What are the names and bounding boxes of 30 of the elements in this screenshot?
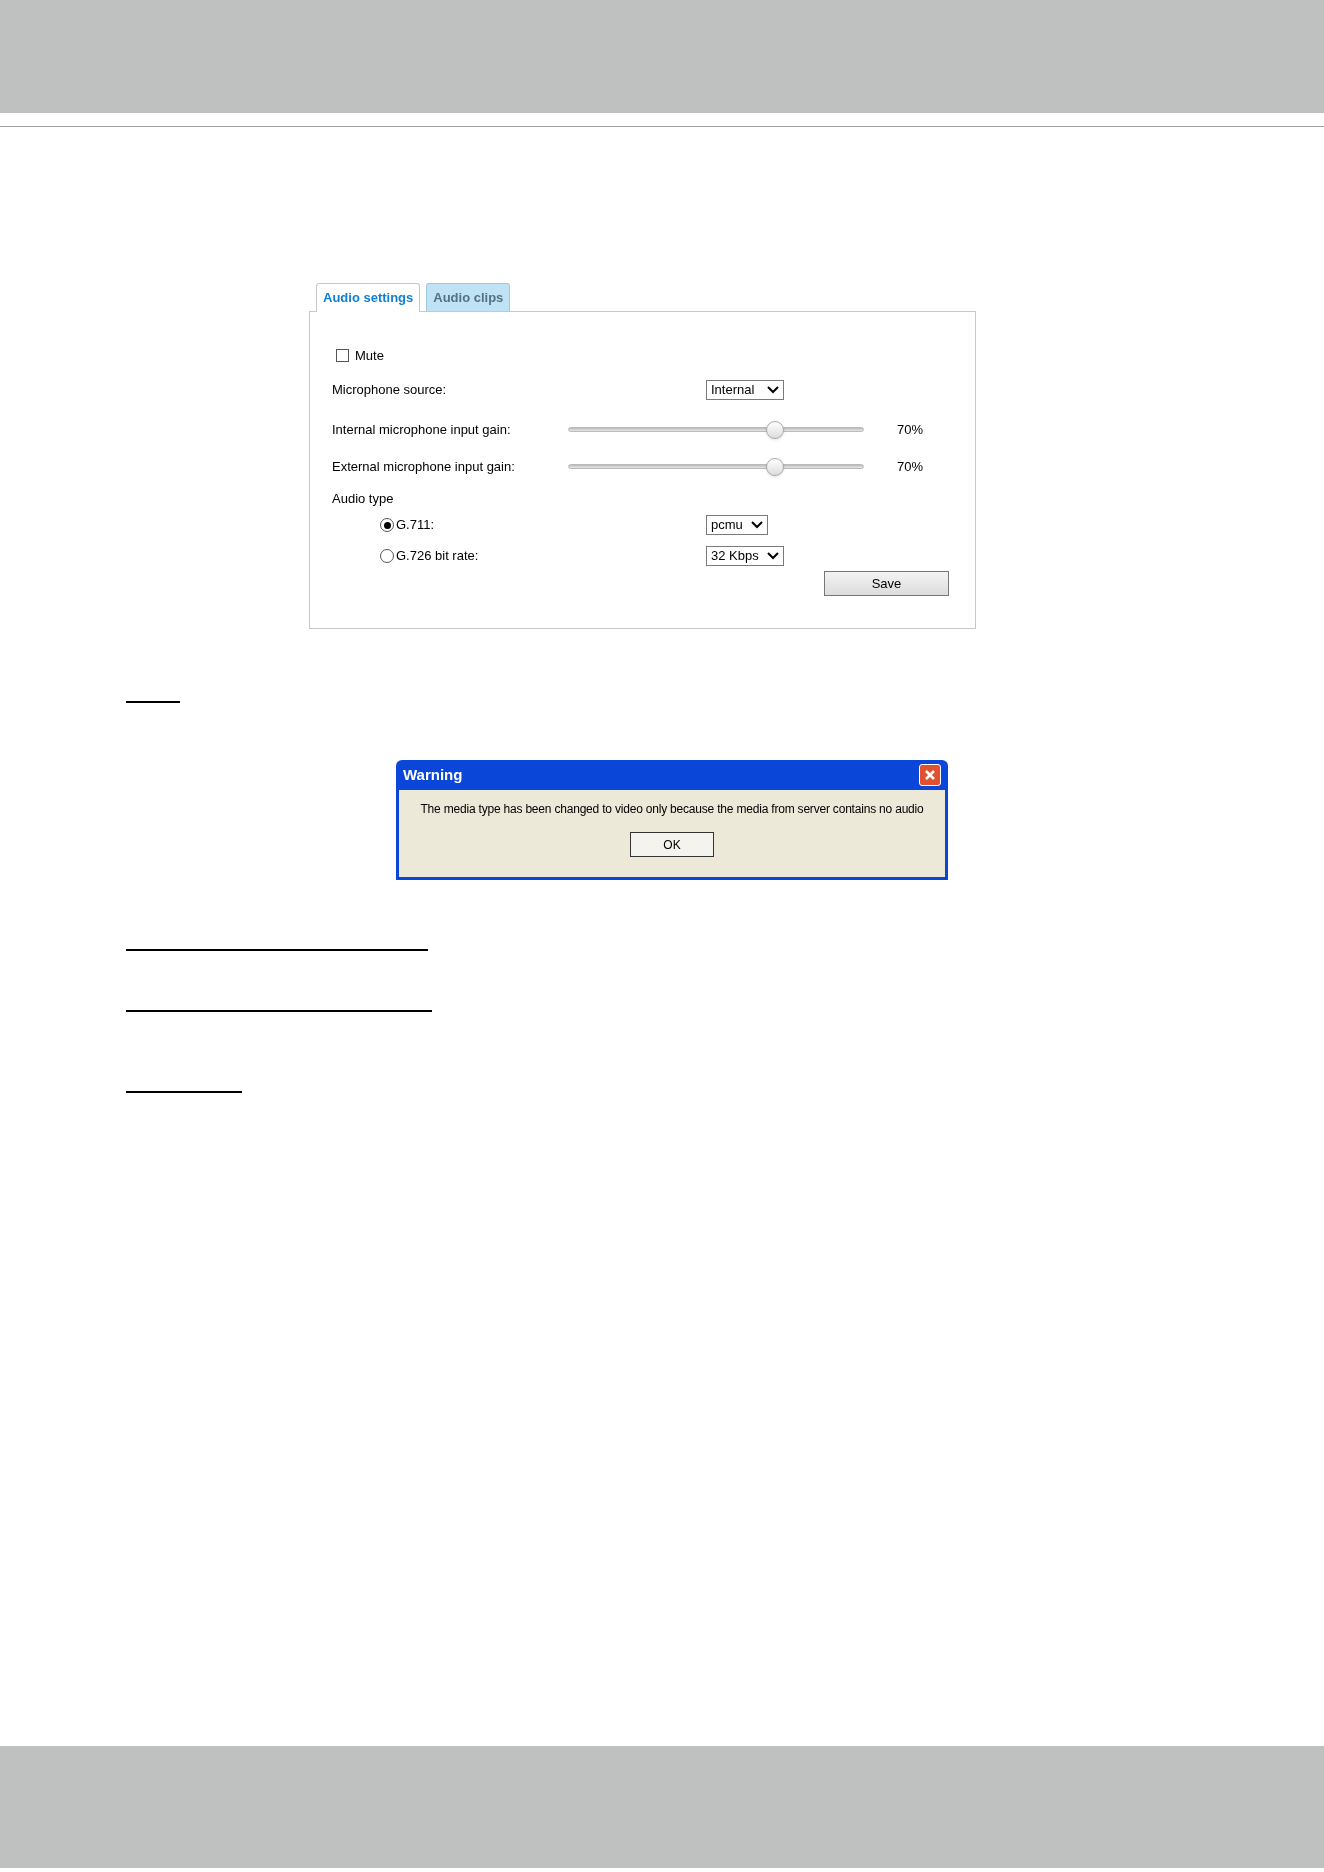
microphone-source-select[interactable]: Internal [706, 379, 784, 400]
radio-button[interactable] [380, 518, 394, 532]
gain-slider[interactable] [568, 419, 864, 440]
close-button[interactable] [919, 764, 941, 786]
audio-type-select[interactable]: pcmu [706, 515, 768, 535]
gain-reading: 70% [897, 457, 924, 476]
audio-type-label: Audio type [332, 489, 394, 508]
dialog-title: Warning [403, 764, 463, 785]
radio-button[interactable] [380, 549, 394, 563]
tab[interactable]: Audio clips [426, 283, 511, 311]
gain-label: Internal microphone input gain: [332, 420, 512, 439]
ok-button[interactable]: OK [630, 832, 714, 857]
save-button[interactable]: Save [824, 571, 949, 596]
tab[interactable]: Audio settings [316, 283, 421, 312]
gain-slider[interactable] [568, 456, 864, 477]
radio-label: G.711: [396, 516, 435, 535]
slider-thumb[interactable] [766, 420, 785, 439]
mute-checkbox[interactable] [336, 349, 349, 363]
chevron-down-icon [751, 521, 763, 529]
gain-label: External microphone input gain: [332, 457, 516, 476]
radio-label: G.726 bit rate: [396, 547, 479, 566]
mute-label: Mute [355, 347, 384, 365]
gain-reading: 70% [897, 420, 924, 439]
chevron-down-icon [767, 385, 779, 394]
slider-thumb[interactable] [766, 457, 785, 476]
close-icon [924, 769, 936, 781]
audio-type-select[interactable]: 32 Kbps [706, 546, 784, 566]
dialog-message: The media type has been changed to video only because the media from server contains no audio [420, 801, 924, 818]
microphone-source-label: Microphone source: [332, 380, 448, 399]
chevron-down-icon [767, 552, 779, 560]
